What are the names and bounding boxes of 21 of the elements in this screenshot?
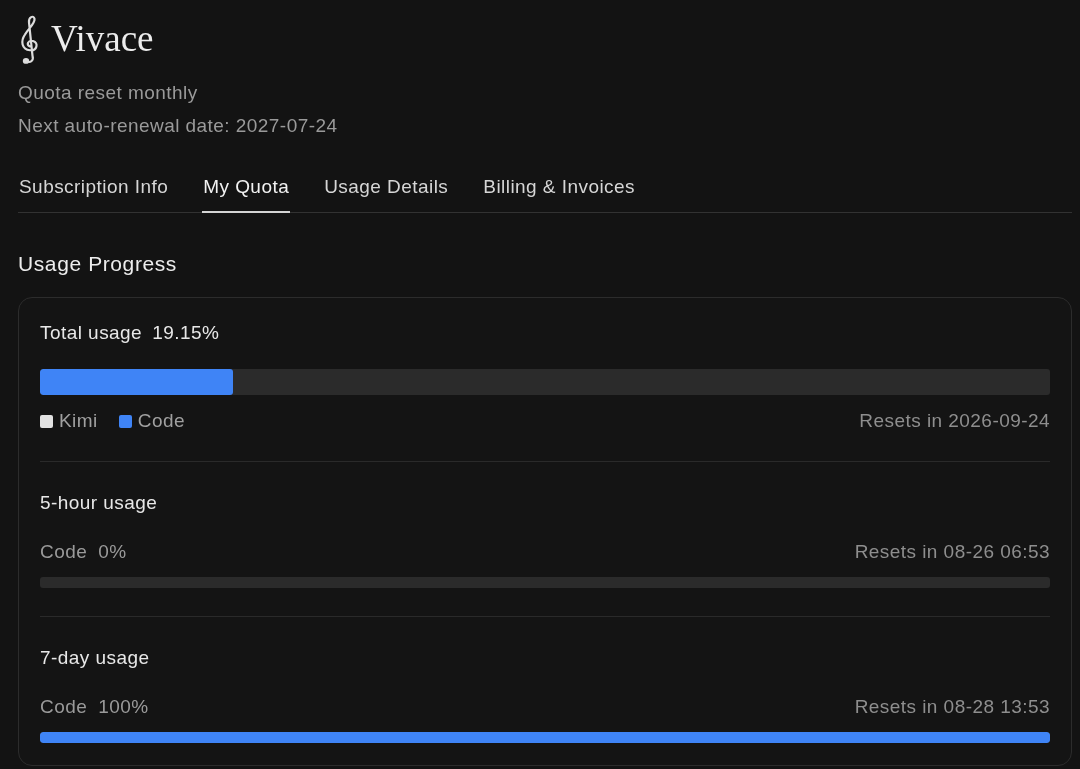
- usage-label: Total usage: [40, 321, 143, 345]
- tab[interactable]: Subscription Info: [18, 175, 170, 213]
- plan-note: Next auto-renewal date: 2027-07-24: [18, 114, 338, 138]
- reset-time: Resets in 08-28 13:53: [854, 695, 1050, 719]
- reset-date: Resets in 2026-09-24: [859, 409, 1050, 433]
- usage-percent: 19.15%: [152, 321, 220, 345]
- tab[interactable]: My Quota: [202, 175, 291, 213]
- usage-label: Code: [40, 540, 88, 564]
- tab[interactable]: Usage Details: [323, 175, 450, 213]
- usage-label: Code: [40, 695, 88, 719]
- plan-note: Quota reset monthly: [18, 81, 198, 105]
- usage-percent: 100%: [98, 695, 149, 719]
- usage-window-title: 5-hour usage: [40, 491, 158, 515]
- usage-window-title: 7-day usage: [40, 646, 150, 670]
- legend-label: Kimi: [59, 409, 98, 433]
- section-heading: Usage Progress: [18, 251, 177, 277]
- tab[interactable]: Billing & Invoices: [482, 175, 637, 213]
- usage-percent: 0%: [98, 540, 127, 564]
- reset-time: Resets in 08-26 06:53: [854, 540, 1050, 564]
- legend-label: Code: [137, 409, 185, 433]
- brand-name: Vivace: [51, 17, 154, 61]
